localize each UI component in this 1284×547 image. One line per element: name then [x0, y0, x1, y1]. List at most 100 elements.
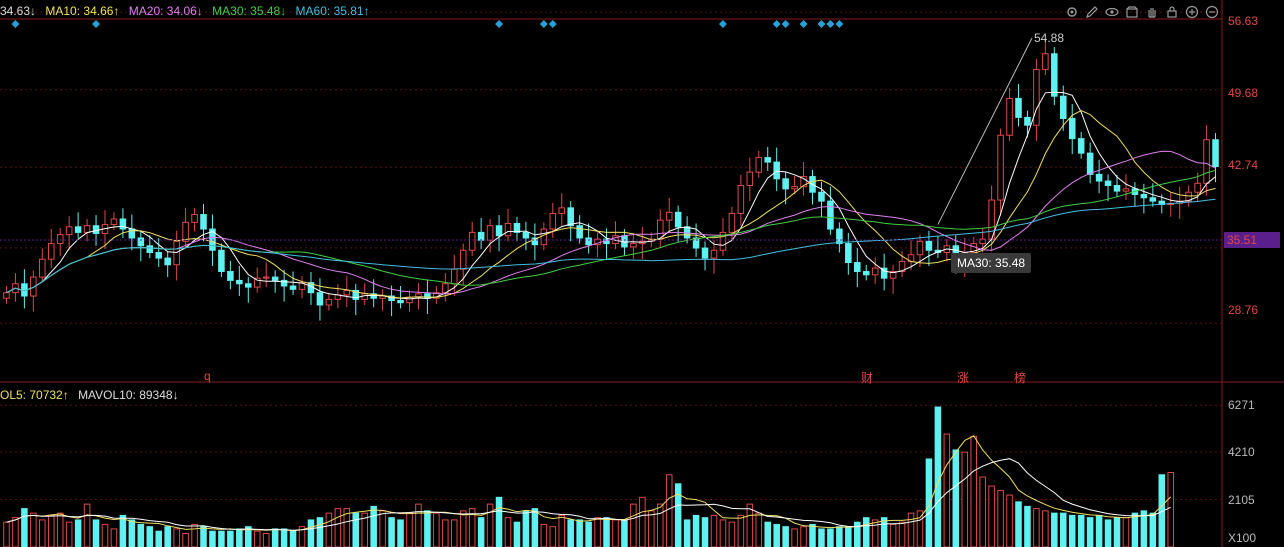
volume-bar [1033, 508, 1040, 547]
candle-body [110, 218, 118, 226]
candle-body [746, 171, 754, 187]
candle-body [1095, 173, 1103, 182]
volume-bar [639, 496, 646, 547]
volume-bar [791, 528, 798, 547]
settings-gear-icon[interactable] [1064, 4, 1080, 20]
price-tick-2: 49.68 [1228, 86, 1259, 100]
volume-bar [513, 521, 521, 547]
candle-body [271, 276, 279, 281]
candle-body [1042, 53, 1049, 70]
volume-bar [477, 517, 485, 547]
zoom-in-icon[interactable] [1184, 4, 1200, 20]
candle-body [585, 237, 592, 246]
eye-icon[interactable] [1104, 4, 1120, 20]
candle-body [1212, 139, 1219, 168]
candle-body [791, 186, 798, 190]
volume-bar [818, 528, 825, 547]
signal-diamond-marker [548, 20, 557, 28]
volume-bar [898, 521, 906, 547]
volume-bar [531, 508, 539, 547]
volume-bar [1149, 512, 1157, 547]
volume-bar [334, 508, 342, 547]
candle-body [236, 279, 243, 285]
candle-body [782, 178, 789, 190]
volume-bar [1167, 472, 1175, 547]
volume-bar [1077, 514, 1085, 547]
volume-bar [773, 523, 780, 547]
volume-bar [1068, 514, 1076, 547]
volume-bar [925, 458, 933, 547]
candle-body [1140, 193, 1148, 199]
price-tick-1: 56.63 [1228, 14, 1259, 28]
kline-chart[interactable] [0, 0, 1284, 547]
volume-bar [1006, 494, 1013, 547]
candle-body [218, 249, 225, 272]
volume-bar [567, 519, 574, 547]
vol10-legend: MAVOL10: 89348↓ [78, 388, 179, 402]
candle-body [1033, 68, 1040, 126]
volume-bar [612, 519, 619, 547]
volume-bar [47, 514, 55, 547]
candle-body [406, 296, 413, 304]
event-marker-bang[interactable]: 榜 [1014, 369, 1026, 386]
volume-bar [39, 519, 46, 547]
volume-bar [934, 406, 942, 547]
zoom-out-icon[interactable] [1204, 4, 1220, 20]
lock-icon[interactable] [1164, 4, 1180, 20]
volume-bar [1104, 519, 1112, 547]
volume-bar [961, 451, 969, 547]
volume-bar [325, 512, 333, 547]
box-icon[interactable] [1124, 4, 1140, 20]
volume-bar [415, 503, 422, 547]
candle-body [450, 268, 458, 285]
volume-bar [21, 508, 28, 547]
volume-bar [236, 528, 243, 547]
volume-bar [128, 519, 136, 547]
volume-bar [952, 449, 960, 547]
volume-bar [280, 528, 288, 547]
volume-bar [683, 519, 691, 547]
candle-body [997, 134, 1004, 201]
ma5-legend: 34.63↓ [0, 4, 37, 18]
candle-body [164, 257, 171, 266]
vol-ma5-line [6, 435, 1172, 532]
candle-body [65, 226, 73, 236]
candle-body [916, 240, 924, 256]
volume-bar [83, 503, 91, 547]
event-marker-zhang[interactable]: 涨 [957, 369, 969, 386]
draw-pen-icon[interactable] [1084, 4, 1100, 20]
volume-bar [1024, 505, 1031, 547]
peak-callout-line [937, 37, 1033, 225]
event-marker-cai[interactable]: 财 [861, 369, 873, 386]
candle-body [191, 214, 198, 223]
volume-bar [316, 517, 324, 547]
volume-bar [495, 496, 503, 547]
hand-icon[interactable] [1144, 4, 1160, 20]
volume-bar [1086, 517, 1094, 547]
candle-body [737, 185, 745, 214]
volume-bar [576, 519, 583, 547]
volume-bar [594, 517, 601, 547]
volume-bar [209, 530, 216, 547]
volume-tick-2: 4210 [1228, 445, 1255, 459]
volume-bar [916, 510, 924, 547]
volume-bar [522, 510, 530, 547]
volume-bar [101, 523, 109, 547]
volume-bar [253, 530, 261, 547]
volume-bar [845, 526, 852, 547]
candle-body [1015, 97, 1022, 118]
candle-body [262, 276, 270, 279]
volume-bar [800, 526, 807, 547]
candle-body [854, 262, 861, 272]
candle-body [1104, 180, 1112, 187]
volume-bar [92, 519, 100, 547]
volume-bar [262, 532, 270, 547]
signal-diamond-marker [11, 20, 20, 28]
volume-ma-legend: OL5: 70732↑ MAVOL10: 89348↓ [0, 387, 185, 403]
candle-body [182, 221, 189, 242]
volume-bar [603, 517, 610, 547]
volume-bar [746, 503, 754, 547]
event-marker-q[interactable]: q [204, 369, 211, 383]
candle-body [47, 243, 55, 260]
candle-body [1068, 118, 1076, 140]
